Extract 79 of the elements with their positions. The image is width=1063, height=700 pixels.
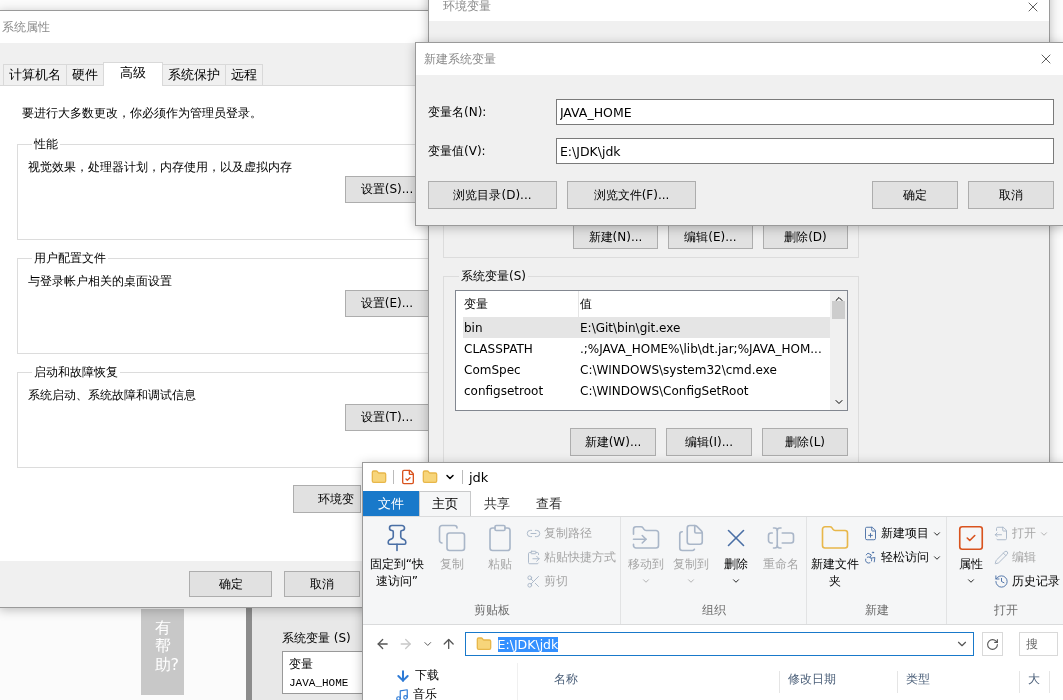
tab[interactable]: 远程: [225, 64, 263, 85]
group-description: 视觉效果，处理器计划，内存使用，以及虚拟内存: [28, 159, 293, 176]
column-header[interactable]: 名称: [518, 671, 780, 693]
dialog-button[interactable]: 确定: [189, 571, 272, 597]
variable-row[interactable]: ComSpec C:\WINDOWS\system32\cmd.exe: [463, 359, 830, 380]
column-header[interactable]: 值: [579, 291, 830, 317]
group-description: 与登录帐户相关的桌面设置: [28, 273, 173, 290]
ribbon-button[interactable]: 新建文件夹: [811, 523, 859, 602]
group-label: 系统变量 (S): [282, 630, 352, 647]
refresh-icon: [986, 637, 1000, 651]
list-button[interactable]: 编辑(I)...: [666, 428, 752, 456]
group-description: 系统启动、系统故障和调试信息: [28, 387, 197, 404]
dialog-button[interactable]: 取消: [284, 571, 360, 597]
group-title: 用户配置文件: [33, 250, 107, 267]
field-label: 变量名(N):: [428, 103, 488, 121]
tab[interactable]: 计算机名: [3, 64, 67, 85]
folder-icon: [475, 636, 492, 652]
ribbon-group-label: 剪贴板: [472, 602, 511, 619]
field-label: 变量值(V):: [428, 142, 487, 160]
input-field[interactable]: E:\JDK\jdk: [555, 138, 1054, 164]
column-header[interactable]: 修改日期: [780, 671, 898, 693]
group-title: 性能: [33, 136, 59, 153]
window-title: 新建系统变量: [424, 50, 496, 68]
scrollbar[interactable]: [830, 291, 847, 410]
list-button[interactable]: 删除(D): [763, 225, 848, 249]
scissors-icon: [526, 574, 541, 589]
ribbon-button[interactable]: 属性: [951, 523, 990, 602]
list-button[interactable]: 删除(L): [762, 428, 848, 456]
window-title: jdk: [469, 469, 489, 485]
ribbon-group-label: 组织: [700, 602, 727, 619]
back-icon[interactable]: [375, 636, 391, 652]
paste-shortcut-icon: [526, 550, 541, 565]
column-header[interactable]: 大: [1020, 671, 1050, 693]
list-cell-text: JAVA_HOME: [289, 677, 350, 689]
list-button[interactable]: 新建(N)...: [573, 225, 658, 249]
music-icon: [395, 687, 409, 700]
dialog-button[interactable]: 确定: [872, 181, 958, 209]
variable-row[interactable]: bin E:\Git\bin\git.exe: [463, 317, 830, 338]
new-item-icon: [863, 526, 878, 541]
variable-row[interactable]: configsetroot C:\WINDOWS\ConfigSetRoot: [463, 380, 830, 401]
list-button[interactable]: 编辑(E)...: [668, 225, 753, 249]
copy-icon: [437, 523, 468, 553]
dialog-button[interactable]: 取消: [968, 181, 1054, 209]
window-title: 系统属性: [2, 18, 50, 36]
up-icon[interactable]: [441, 636, 457, 652]
variable-row[interactable]: CLASSPATH .;%JAVA_HOME%\lib\dt.jar;%JAVA_HOM...: [463, 338, 830, 359]
file-tab[interactable]: 文件: [363, 491, 419, 516]
nav-item[interactable]: 下载: [395, 667, 517, 684]
browse-button[interactable]: 浏览目录(D)...: [428, 181, 557, 209]
ribbon-button[interactable]: 历史记录: [994, 571, 1060, 592]
ribbon-button[interactable]: 新建项目: [863, 523, 942, 544]
nav-item[interactable]: 音乐: [395, 686, 517, 700]
list-button[interactable]: 新建(W)...: [570, 428, 656, 456]
pencil-icon: [994, 550, 1009, 565]
notice-text: 要进行大多数更改，你必须作为管理员登录。: [22, 105, 262, 122]
settings-button[interactable]: 设置(T)...: [345, 404, 429, 431]
ribbon-tab[interactable]: 主页: [419, 491, 471, 516]
settings-button[interactable]: 设置(E)...: [345, 290, 429, 317]
column-header[interactable]: 类型: [898, 671, 1020, 693]
ribbon-button[interactable]: 固定到“快速访问”: [367, 523, 427, 602]
accessibility-icon: [863, 550, 878, 565]
environment-variables-button[interactable]: 环境变: [293, 485, 361, 513]
ribbon-group-label: 新建: [863, 602, 890, 619]
tab[interactable]: 高级: [103, 62, 163, 86]
search-field[interactable]: 搜: [1019, 632, 1058, 656]
refresh-button[interactable]: [982, 632, 1004, 656]
browse-button[interactable]: 浏览文件(F)...: [567, 181, 696, 209]
input-field[interactable]: JAVA_HOME: [555, 99, 1054, 125]
column-header: 变量: [289, 656, 314, 673]
group-title: 系统变量(S): [460, 268, 527, 285]
window-title: 环境变量: [443, 0, 491, 15]
scroll-thumb[interactable]: [832, 300, 845, 319]
ribbon-button[interactable]: 删除: [715, 523, 757, 602]
history-icon: [994, 574, 1009, 589]
ribbon-button[interactable]: 轻松访问: [863, 547, 942, 568]
open-icon: [994, 526, 1009, 541]
ribbon-group-label: 打开: [992, 602, 1019, 619]
properties-icon[interactable]: [400, 469, 416, 485]
group-title: 启动和故障恢复: [33, 364, 119, 381]
